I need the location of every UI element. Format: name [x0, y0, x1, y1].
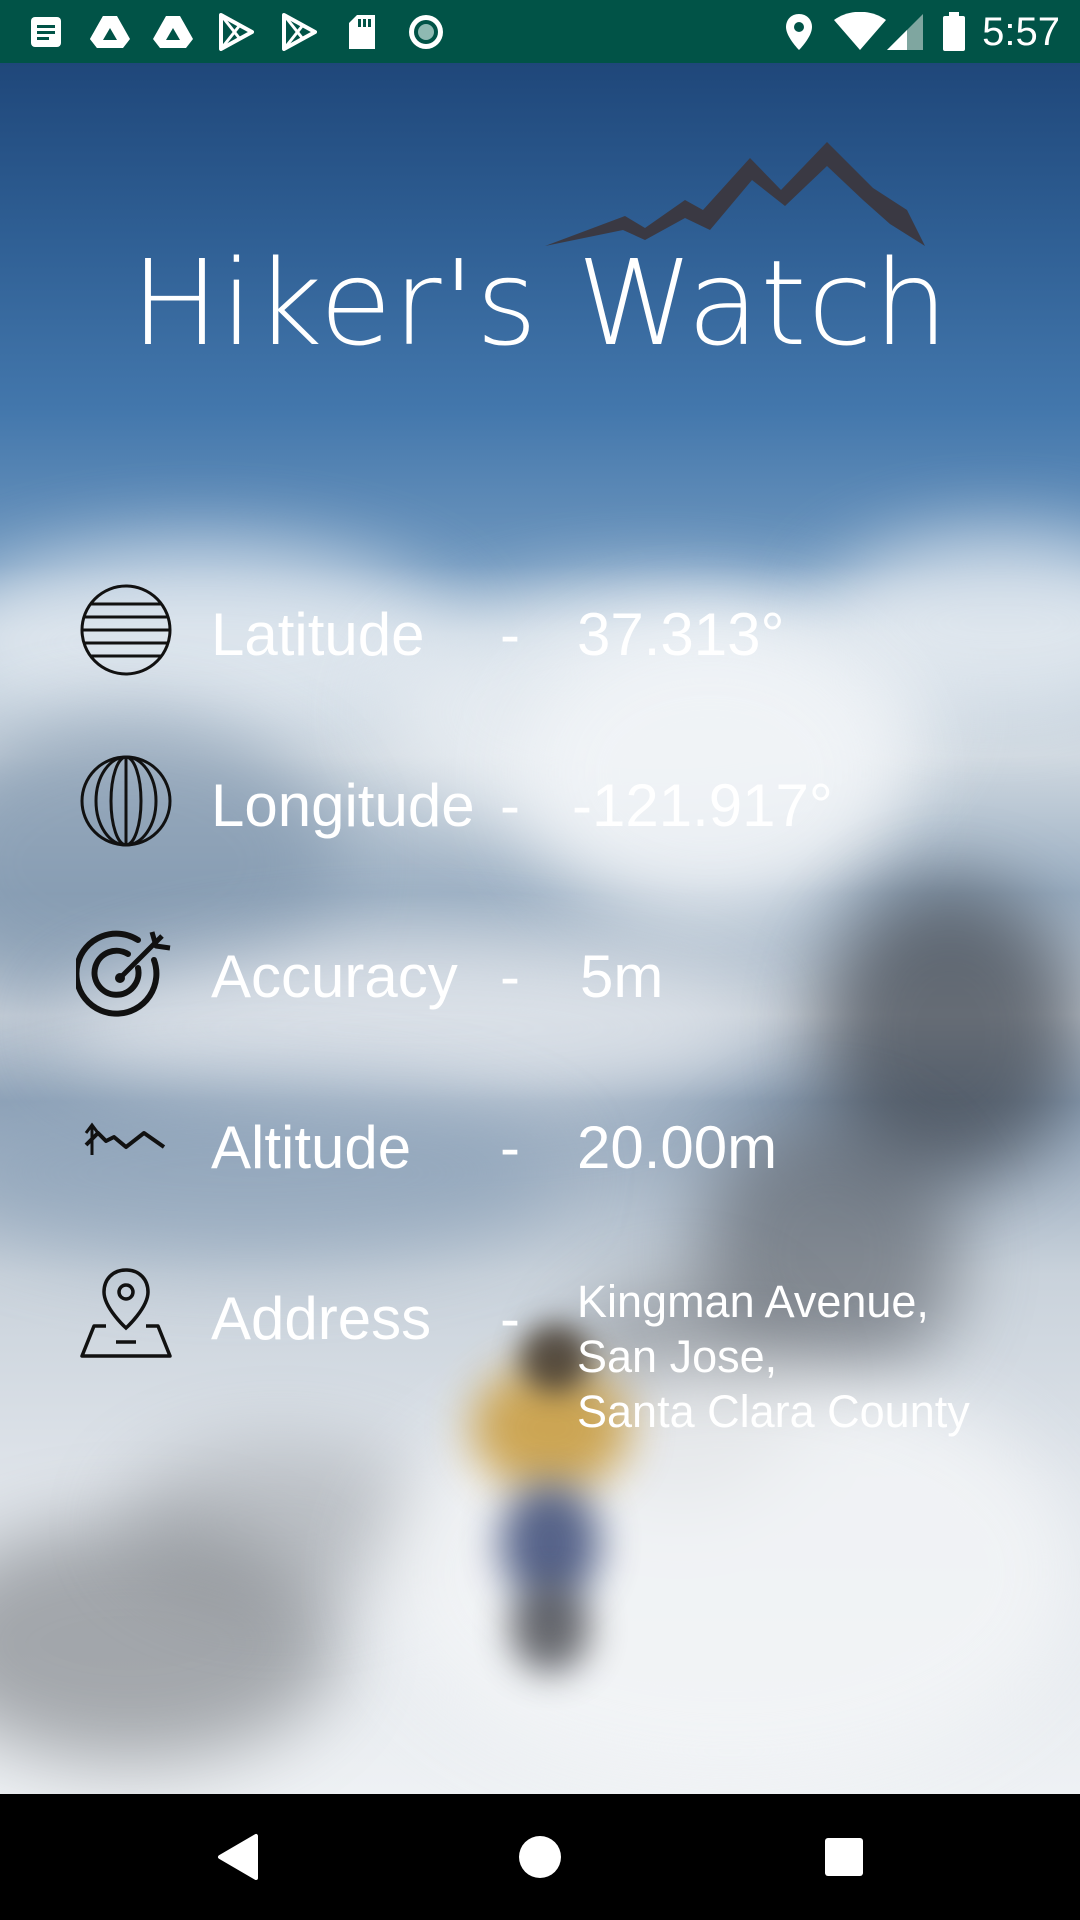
address-separator: - [500, 1285, 520, 1352]
record-icon [404, 12, 448, 52]
altitude-label: Altitude [211, 1114, 412, 1181]
latitude-value: 37.313° [577, 601, 785, 668]
globe-longitude-icon [80, 755, 172, 847]
address-label: Address [211, 1285, 432, 1352]
play-store-icon [279, 12, 319, 52]
home-icon [519, 1836, 561, 1878]
target-icon [76, 930, 171, 1017]
latitude-separator: - [500, 601, 520, 668]
address-line-city: San Jose, [577, 1331, 778, 1382]
notes-icon [26, 12, 66, 52]
accuracy-label: Accuracy [211, 943, 458, 1010]
accuracy-separator: - [500, 943, 520, 1010]
accuracy-row: Accuracy - 5m [0, 922, 1080, 1042]
latitude-row: Latitude - 37.313° [0, 580, 1080, 700]
address-line-street: Kingman Avenue, [577, 1276, 929, 1327]
navigation-bar [0, 1794, 1080, 1920]
altitude-separator: - [500, 1114, 520, 1181]
wifi-icon [832, 12, 888, 52]
battery-icon [940, 12, 968, 52]
recents-icon [825, 1838, 863, 1876]
longitude-label: Longitude [211, 772, 475, 839]
drive-icon [88, 12, 132, 52]
status-bar: 5:57 [0, 0, 1080, 63]
address-row: Address - Kingman Avenue, San Jose, Sant… [0, 1264, 1080, 1454]
address-value: Kingman Avenue, San Jose, Santa Clara Co… [577, 1274, 970, 1439]
recents-button[interactable] [814, 1827, 874, 1887]
location-icon [782, 12, 816, 52]
signal-icon [884, 12, 926, 52]
map-pin-icon [80, 1268, 172, 1358]
accuracy-value: 5m [580, 943, 664, 1010]
altitude-row: Altitude - 20.00m [0, 1093, 1080, 1213]
play-store-icon [216, 12, 256, 52]
home-button[interactable] [510, 1827, 570, 1887]
status-clock: 5:57 [982, 10, 1060, 54]
app-title: Hiker's Watch [130, 234, 950, 372]
sd-card-icon [344, 12, 380, 52]
drive-icon [151, 12, 195, 52]
back-button[interactable] [207, 1827, 267, 1887]
latitude-label: Latitude [211, 601, 425, 668]
altitude-icon [84, 1122, 166, 1155]
longitude-value: -121.917° [572, 772, 833, 839]
address-line-county: Santa Clara County [577, 1386, 970, 1437]
longitude-row: Longitude - -121.917° [0, 751, 1080, 871]
altitude-value: 20.00m [577, 1114, 778, 1181]
back-icon [218, 1834, 258, 1880]
phone-screen: 5:57 Hiker's Watch Latitude - 37.313° Lo… [0, 0, 1080, 1920]
globe-latitude-icon [80, 584, 172, 676]
longitude-separator: - [500, 772, 520, 839]
